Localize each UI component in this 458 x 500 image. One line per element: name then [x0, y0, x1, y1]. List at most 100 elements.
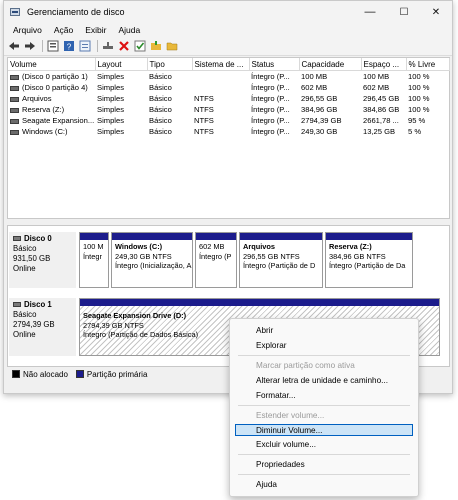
cell-status: Íntegro (P...	[251, 72, 290, 81]
menu-item-marcar-ativa: Marcar partição como ativa	[256, 361, 355, 370]
primary-partition-bar	[80, 233, 108, 240]
cell-status: Íntegro (P...	[251, 116, 290, 125]
cell-espaco: 2661,78 ...	[363, 116, 399, 125]
connect-icon[interactable]	[101, 39, 115, 53]
column-header-livre[interactable]: % Livre	[406, 58, 450, 71]
partition-arquivos[interactable]: Arquivos 296,55 GB NTFS Íntegro (Partiçã…	[239, 232, 323, 288]
context-menu: Abrir Explorar Marcar partição como ativ…	[229, 318, 419, 497]
column-header-tipo[interactable]: Tipo	[147, 58, 193, 71]
menu-item-propriedades[interactable]: Propriedades	[230, 459, 418, 471]
column-header-status[interactable]: Status	[249, 58, 300, 71]
menu-item-ajuda[interactable]: Ajuda	[230, 479, 418, 491]
disk-list-icon[interactable]	[46, 39, 60, 53]
menu-ajuda[interactable]: Ajuda	[112, 25, 146, 35]
folder-icon[interactable]	[165, 39, 179, 53]
forward-arrow-icon[interactable]	[23, 39, 37, 53]
cell-volume: (Disco 0 partição 1)	[22, 72, 88, 81]
disk-status: Online	[13, 264, 36, 273]
minimize-button[interactable]: —	[354, 1, 386, 23]
table-row[interactable]: (Disco 0 partição 4) Simples Básico Ínte…	[8, 82, 449, 93]
table-row[interactable]: Seagate Expansion... Simples Básico NTFS…	[8, 115, 449, 126]
menu-item-diminuir-volume[interactable]: Diminuir Volume...	[235, 424, 413, 436]
toolbar: ?	[4, 37, 452, 56]
column-header-espaco[interactable]: Espaço ...	[361, 58, 407, 71]
menu-exibir[interactable]: Exibir	[79, 25, 112, 35]
menu-item-formatar[interactable]: Formatar...	[230, 390, 418, 402]
menu-item-excluir-volume[interactable]: Excluir volume...	[230, 439, 418, 451]
table-row[interactable]: Arquivos Simples Básico NTFS Íntegro (P.…	[8, 93, 449, 104]
partition-size: 296,55 GB NTFS	[243, 251, 300, 261]
partition-status: Íntegr	[83, 251, 102, 261]
column-header-capacidade[interactable]: Capacidade	[299, 58, 362, 71]
cell-capacidade: 100 MB	[301, 72, 328, 81]
pane-splitter[interactable]	[7, 219, 448, 224]
cell-sistema: NTFS	[194, 127, 214, 136]
partition-title: Windows (C:)	[115, 242, 163, 251]
cell-layout: Simples	[97, 116, 125, 125]
partition-status: Íntegro (Inicialização, A	[115, 261, 192, 270]
maximize-button[interactable]: ☐	[388, 1, 420, 23]
table-row[interactable]: (Disco 0 partição 1) Simples Básico Ínte…	[8, 71, 449, 83]
primary-partition-bar	[80, 299, 439, 306]
menu-item-abrir[interactable]: Abrir	[230, 325, 418, 337]
column-header-layout[interactable]: Layout	[95, 58, 148, 71]
volume-icon	[10, 74, 19, 80]
cell-volume: (Disco 0 partição 4)	[22, 83, 88, 92]
partition-disk0-1[interactable]: 100 M Íntegr	[79, 232, 109, 288]
partition-reserva-z[interactable]: Reserva (Z:) 384,96 GB NTFS Íntegro (Par…	[325, 232, 413, 288]
help-icon[interactable]: ?	[62, 39, 76, 53]
check-icon[interactable]	[133, 39, 147, 53]
cell-capacidade: 296,55 GB	[301, 94, 338, 103]
menu-acao[interactable]: Ação	[48, 25, 79, 35]
back-arrow-icon[interactable]	[7, 39, 21, 53]
cell-volume: Reserva (Z:)	[22, 105, 65, 114]
menu-item-explorar[interactable]: Explorar	[230, 340, 418, 352]
partition-size: 602 MB	[199, 242, 225, 251]
partition-windows-c[interactable]: Windows (C:) 249,30 GB NTFS Íntegro (Ini…	[111, 232, 193, 288]
disk-1-info[interactable]: Disco 1 Básico 2794,39 GB Online	[9, 298, 76, 356]
primary-partition-bar	[196, 233, 236, 240]
legend-unallocated: Não alocado	[23, 369, 68, 379]
menu-arquivo[interactable]: Arquivo	[7, 25, 48, 35]
cell-livre: 100 %	[408, 94, 430, 103]
open-folder-icon[interactable]	[149, 39, 163, 53]
menu-item-alterar-letra[interactable]: Alterar letra de unidade e caminho...	[230, 375, 418, 387]
volume-icon	[10, 85, 19, 91]
cell-capacidade: 2794,39 GB	[301, 116, 342, 125]
properties-icon[interactable]	[78, 39, 92, 53]
delete-icon[interactable]	[117, 39, 131, 53]
partition-title: Arquivos	[243, 242, 276, 251]
cell-layout: Simples	[97, 94, 125, 103]
close-button[interactable]: ✕	[420, 1, 452, 23]
disk-name: Disco 0	[24, 234, 52, 243]
disk-name: Disco 1	[24, 300, 52, 309]
cell-espaco: 100 MB	[363, 72, 390, 81]
cell-layout: Simples	[97, 83, 125, 92]
disk-0-info[interactable]: Disco 0 Básico 931,50 GB Online	[9, 232, 76, 288]
cell-layout: Simples	[97, 72, 125, 81]
cell-livre: 5 %	[408, 127, 422, 136]
table-row[interactable]: Reserva (Z:) Simples Básico NTFS Íntegro…	[8, 104, 449, 115]
cell-espaco: 384,86 GB	[363, 105, 400, 114]
cell-status: Íntegro (P...	[251, 83, 290, 92]
cell-layout: Simples	[97, 105, 125, 114]
primary-partition-bar	[326, 233, 412, 240]
cell-livre: 100 %	[408, 72, 430, 81]
partition-size: 100 M	[83, 242, 104, 251]
menu-separator	[238, 474, 410, 475]
partition-disk0-4[interactable]: 602 MB Íntegro (P	[195, 232, 237, 288]
volume-icon	[10, 129, 19, 135]
cell-sistema: NTFS	[194, 105, 214, 114]
disk-size: 2794,39 GB	[13, 320, 55, 329]
column-header-sistema[interactable]: Sistema de ...	[192, 58, 250, 71]
partition-size: 384,96 GB NTFS	[329, 251, 386, 261]
cell-capacidade: 249,30 GB	[301, 127, 338, 136]
toolbar-separator	[42, 40, 43, 52]
partition-status: Íntegro (P	[199, 251, 232, 261]
table-row[interactable]: Windows (C:) Simples Básico NTFS Íntegro…	[8, 126, 449, 137]
primary-partition-bar	[112, 233, 192, 240]
cell-sistema	[192, 71, 249, 83]
disk-icon	[13, 302, 21, 308]
cell-status: Íntegro (P...	[251, 94, 290, 103]
column-header-volume[interactable]: Volume	[8, 58, 96, 71]
